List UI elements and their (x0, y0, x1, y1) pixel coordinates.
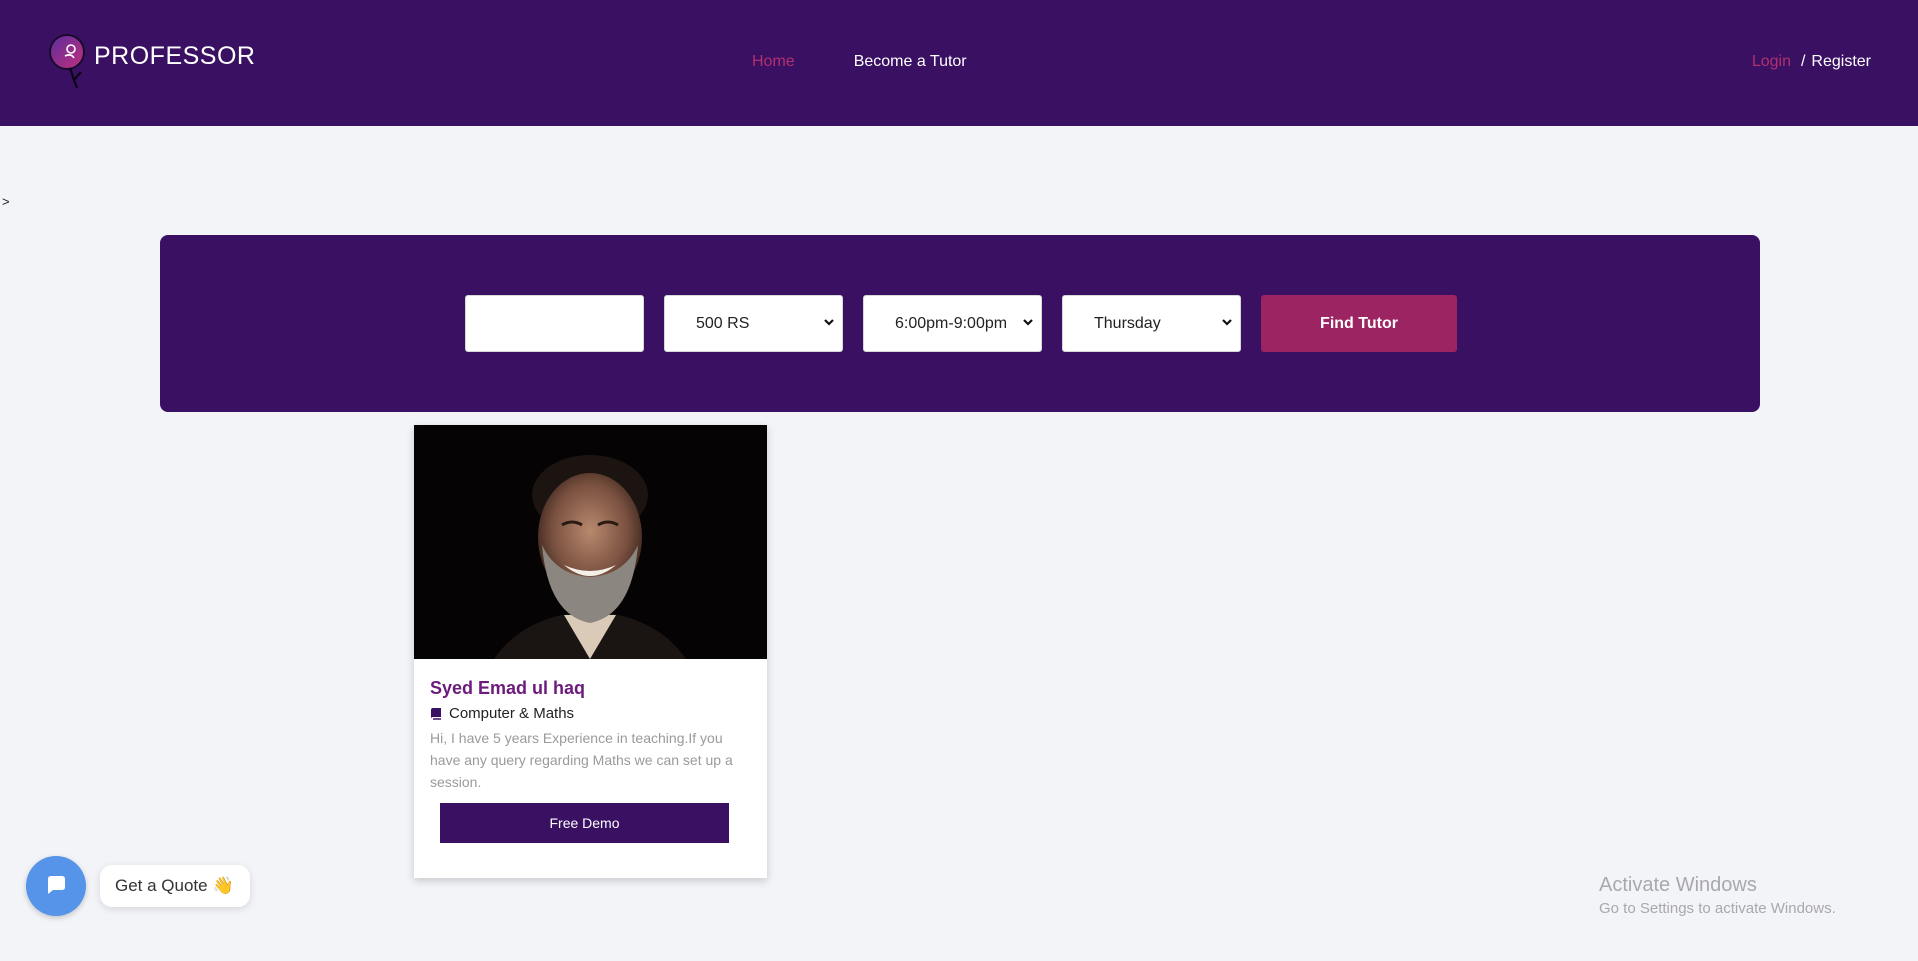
watermark-subtitle: Go to Settings to activate Windows. (1599, 900, 1836, 917)
find-tutor-button[interactable]: Find Tutor (1261, 295, 1457, 352)
brand-logo[interactable]: PROFESSOR (48, 30, 255, 92)
brand-name: PROFESSOR (94, 41, 256, 70)
get-a-quote-label: Get a Quote (115, 876, 208, 895)
search-text-input[interactable] (465, 295, 644, 352)
professor-logo-icon (48, 30, 92, 92)
get-a-quote-bubble[interactable]: Get a Quote 👋 (100, 865, 250, 907)
tutor-subject: Computer & Maths (430, 705, 574, 722)
chat-bubble-icon (48, 876, 65, 894)
chevron-down-icon (1023, 319, 1033, 326)
fee-select-value: 500 RS (696, 315, 750, 332)
register-link[interactable]: Register (1811, 53, 1871, 71)
search-filters: 500 RS 6:00pm-9:00pm Thursday Find Tutor (465, 295, 1457, 352)
fee-select[interactable]: 500 RS (664, 295, 843, 352)
tutor-search-panel: 500 RS 6:00pm-9:00pm Thursday Find Tutor (160, 235, 1760, 412)
chevron-down-icon (824, 319, 834, 326)
tutor-name[interactable]: Syed Emad ul haq (430, 678, 585, 699)
login-link[interactable]: Login (1752, 53, 1791, 71)
stray-text: > (2, 194, 10, 209)
auth-links: Login / Register (1752, 53, 1871, 71)
waving-hand-icon: 👋 (212, 876, 234, 895)
auth-separator: / (1800, 53, 1806, 70)
tutor-card: Syed Emad ul haq Computer & Maths Hi, I … (414, 425, 767, 878)
chevron-down-icon (1222, 319, 1232, 326)
nav-become-tutor-link[interactable]: Become a Tutor (854, 53, 967, 71)
book-icon (431, 708, 441, 720)
chat-launcher-button[interactable] (26, 856, 86, 916)
time-select[interactable]: 6:00pm-9:00pm (863, 295, 1042, 352)
day-select[interactable]: Thursday (1062, 295, 1241, 352)
day-select-value: Thursday (1094, 315, 1161, 332)
windows-activation-watermark: Activate Windows Go to Settings to activ… (1599, 874, 1836, 917)
main-nav: Home Become a Tutor (752, 53, 967, 71)
time-select-value: 6:00pm-9:00pm (895, 315, 1008, 332)
nav-home-link[interactable]: Home (752, 53, 795, 71)
watermark-title: Activate Windows (1599, 874, 1757, 896)
site-header: PROFESSOR Home Become a Tutor Login / Re… (0, 0, 1918, 126)
tutor-description: Hi, I have 5 years Experience in teachin… (430, 730, 733, 790)
tutor-photo (414, 425, 767, 659)
free-demo-button[interactable]: Free Demo (440, 803, 729, 843)
tutor-subject-label: Computer & Maths (449, 705, 575, 722)
